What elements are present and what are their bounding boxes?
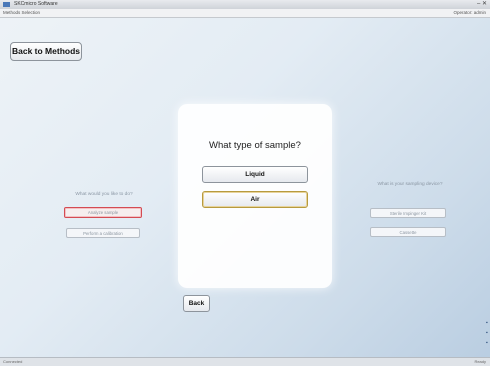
- menu-bar: Methods Selection Operator: admin: [0, 9, 490, 18]
- sample-type-card: What type of sample? Liquid Air: [178, 104, 332, 288]
- analyze-sample-button[interactable]: Analyze sample: [64, 207, 142, 218]
- air-option-button[interactable]: Air: [202, 191, 308, 208]
- back-to-methods-button[interactable]: Back to Methods: [10, 42, 82, 61]
- window-controls[interactable]: – ✕: [477, 0, 487, 9]
- cassette-button[interactable]: Cassette: [370, 227, 446, 237]
- edge-indicator: ▪ ▪ ▪: [486, 320, 488, 346]
- perform-calibration-button[interactable]: Perform a calibration: [66, 228, 140, 238]
- sample-type-question: What type of sample?: [209, 140, 301, 151]
- liquid-option-button[interactable]: Liquid: [202, 166, 308, 183]
- back-button[interactable]: Back: [183, 295, 210, 312]
- window-title: SKCmicro Software: [14, 1, 58, 7]
- right-panel-question: What is your sampling device?: [377, 182, 443, 187]
- app-icon: [3, 2, 10, 7]
- operator-label: Operator: admin: [453, 10, 486, 15]
- left-panel-question: What would you like to do?: [75, 192, 133, 197]
- menu-label[interactable]: Methods Selection: [3, 9, 40, 17]
- impinger-kit-button[interactable]: Sterile Impinger Kit: [370, 208, 446, 218]
